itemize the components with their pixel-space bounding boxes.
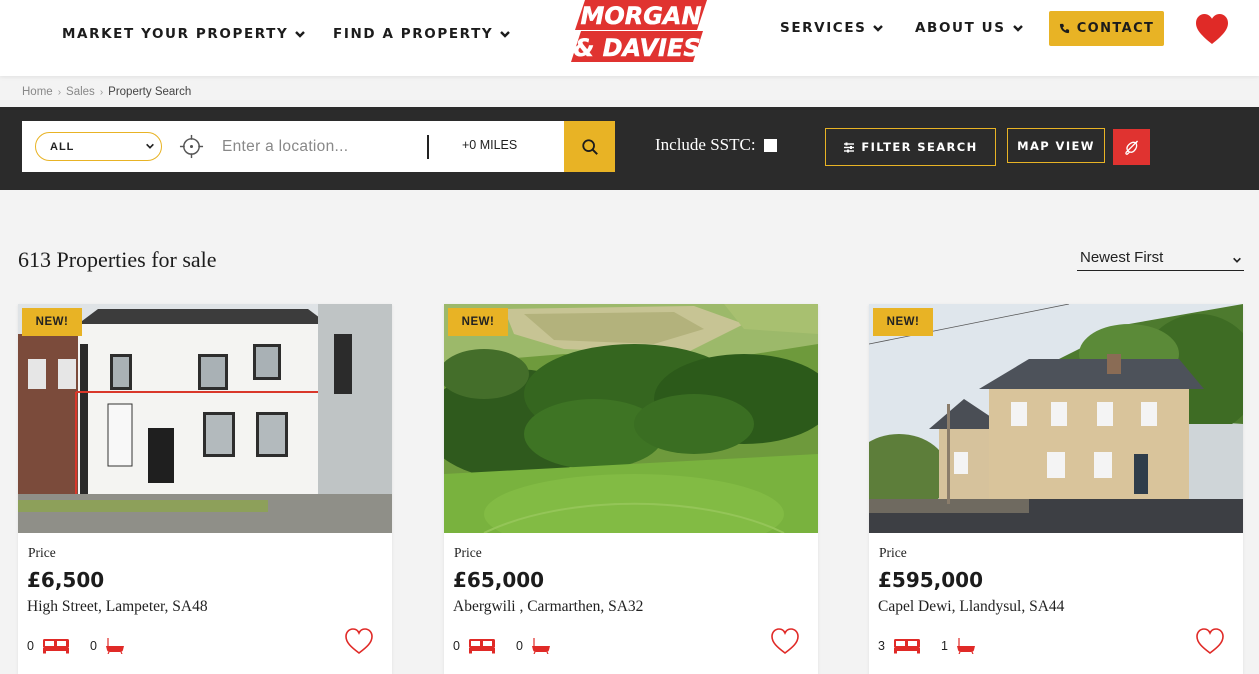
nav-label: FIND A PROPERTY	[333, 26, 494, 42]
chevron-down-icon	[500, 31, 511, 38]
contact-button[interactable]: CONTACT	[1049, 11, 1164, 46]
phone-icon	[1059, 23, 1069, 34]
chevron-right-icon: ›	[99, 86, 104, 98]
sstc-checkbox[interactable]	[763, 138, 777, 152]
bathroom-count: 0	[89, 638, 97, 653]
field-divider	[427, 135, 429, 159]
property-photo-image	[18, 304, 392, 533]
nav-label: MARKET YOUR PROPERTY	[62, 26, 289, 42]
chevron-down-icon	[146, 143, 154, 149]
nav-market-your-property[interactable]: MARKET YOUR PROPERTY	[62, 26, 306, 42]
property-photo[interactable]: NEW!	[869, 304, 1243, 533]
listing-address[interactable]: Abergwili , Carmarthen, SA32	[453, 598, 643, 616]
breadcrumb: Home › Sales › Property Search	[22, 86, 191, 98]
property-type-value: ALL	[50, 140, 75, 153]
site-header: MARKET YOUR PROPERTY FIND A PROPERTY MOR…	[0, 0, 1259, 76]
bathroom-count: 0	[515, 638, 523, 653]
filter-label: FILTER SEARCH	[861, 140, 978, 154]
price-label: Price	[28, 545, 56, 560]
map-view-button[interactable]: MAP VIEW	[1007, 128, 1105, 163]
bed-icon	[468, 638, 495, 653]
nav-label: ABOUT US	[915, 20, 1006, 36]
bed-icon	[42, 638, 69, 653]
chevron-down-icon	[295, 31, 306, 38]
property-photo-image	[869, 304, 1243, 533]
property-alert-button[interactable]	[1113, 129, 1150, 165]
property-card[interactable]: NEW! Price £595,000 Capel Dewi, Llandysu…	[869, 304, 1243, 674]
chevron-down-icon	[873, 25, 884, 32]
nav-find-a-property[interactable]: FIND A PROPERTY	[333, 26, 511, 42]
property-photo-image	[444, 304, 818, 533]
new-badge: NEW!	[448, 308, 508, 336]
listing-address[interactable]: High Street, Lampeter, SA48	[27, 598, 208, 616]
chevron-down-icon	[1233, 257, 1241, 263]
breadcrumb-home[interactable]: Home	[22, 86, 53, 98]
svg-text:MORGAN: MORGAN	[580, 2, 701, 30]
radius-select[interactable]: +0 MILES	[462, 138, 517, 152]
search-icon	[581, 138, 598, 155]
nav-label: SERVICES	[780, 20, 867, 36]
listing-stats: 3 1	[878, 637, 996, 654]
breadcrumb-sales[interactable]: Sales	[66, 86, 95, 98]
locate-me-icon[interactable]	[179, 134, 204, 159]
save-favourite-heart-icon[interactable]	[1195, 627, 1225, 655]
bathroom-count: 1	[940, 638, 948, 653]
chevron-down-icon	[1012, 25, 1023, 32]
filter-search-button[interactable]: FILTER SEARCH	[825, 128, 996, 166]
sort-value: Newest First	[1080, 249, 1164, 266]
price-label: Price	[879, 545, 907, 560]
filter-sliders-icon	[844, 142, 855, 152]
heart-icon[interactable]	[1194, 12, 1230, 46]
bath-icon	[531, 638, 550, 654]
map-view-label: MAP VIEW	[1017, 138, 1095, 153]
location-input[interactable]	[222, 133, 422, 161]
listing-stats: 0 0	[453, 637, 571, 654]
breadcrumb-current: Property Search	[108, 86, 192, 98]
search-button[interactable]	[564, 121, 615, 172]
nav-services[interactable]: SERVICES	[780, 20, 884, 36]
property-type-select[interactable]: ALL	[35, 132, 162, 161]
listing-price: £65,000	[453, 568, 545, 592]
bedroom-count: 0	[453, 638, 460, 653]
property-card[interactable]: NEW! Price £65,000 Abergwili , Carmarthe…	[444, 304, 818, 674]
search-field-group: ALL +0 MILES	[22, 121, 564, 172]
property-card[interactable]: NEW! Price £6,500 High Street, Lampeter,…	[18, 304, 392, 674]
morgan-davies-logo[interactable]: MORGAN & DAVIES	[571, 0, 707, 62]
save-favourite-heart-icon[interactable]	[770, 627, 800, 655]
save-favourite-heart-icon[interactable]	[344, 627, 374, 655]
sstc-label: Include SSTC:	[655, 135, 756, 154]
include-sstc: Include SSTC:	[655, 135, 777, 155]
sort-select[interactable]: Newest First	[1077, 249, 1244, 271]
bedroom-count: 3	[878, 638, 885, 653]
search-bar: ALL +0 MILES Include SSTC: FILTE	[0, 107, 1259, 190]
results-count-heading: 613 Properties for sale	[18, 247, 217, 272]
property-photo[interactable]: NEW!	[18, 304, 392, 533]
new-badge: NEW!	[22, 308, 82, 336]
property-photo[interactable]: NEW!	[444, 304, 818, 533]
bedroom-count: 0	[27, 638, 34, 653]
nav-about-us[interactable]: ABOUT US	[915, 20, 1024, 36]
bath-icon	[105, 638, 124, 654]
bath-icon	[956, 638, 975, 654]
listing-stats: 0 0	[27, 637, 145, 654]
new-badge: NEW!	[873, 308, 933, 336]
bell-icon	[1124, 140, 1138, 155]
price-label: Price	[454, 545, 482, 560]
bed-icon	[893, 638, 920, 653]
contact-label: CONTACT	[1076, 21, 1155, 36]
svg-text:& DAVIES: & DAVIES	[573, 34, 700, 62]
listing-price: £6,500	[27, 568, 105, 592]
listing-address[interactable]: Capel Dewi, Llandysul, SA44	[878, 598, 1064, 616]
listing-price: £595,000	[878, 568, 984, 592]
chevron-right-icon: ›	[57, 86, 62, 98]
